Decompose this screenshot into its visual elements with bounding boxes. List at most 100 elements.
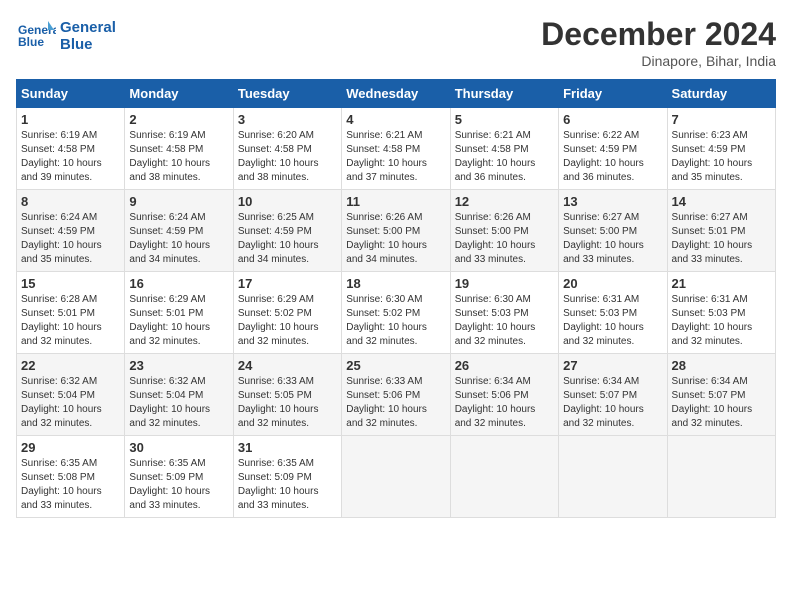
page-header: General Blue GeneralBlue December 2024 D… bbox=[16, 16, 776, 69]
weekday-header-saturday: Saturday bbox=[667, 80, 775, 108]
day-number: 6 bbox=[563, 112, 662, 127]
svg-text:Blue: Blue bbox=[18, 35, 44, 49]
logo-icon: General Blue bbox=[16, 16, 56, 56]
logo-text: GeneralBlue bbox=[60, 19, 116, 53]
day-info: Sunrise: 6:22 AMSunset: 4:59 PMDaylight:… bbox=[563, 129, 662, 185]
weekday-header-sunday: Sunday bbox=[17, 80, 125, 108]
day-number: 1 bbox=[21, 112, 120, 127]
calendar-table: SundayMondayTuesdayWednesdayThursdayFrid… bbox=[16, 79, 776, 518]
calendar-cell: 8 Sunrise: 6:24 AMSunset: 4:59 PMDaylight… bbox=[17, 190, 125, 272]
weekday-header-tuesday: Tuesday bbox=[233, 80, 341, 108]
day-info: Sunrise: 6:26 AMSunset: 5:00 PMDaylight:… bbox=[346, 211, 445, 267]
day-number: 18 bbox=[346, 276, 445, 291]
calendar-cell bbox=[450, 436, 558, 518]
day-number: 23 bbox=[129, 358, 228, 373]
day-info: Sunrise: 6:31 AMSunset: 5:03 PMDaylight:… bbox=[672, 293, 771, 349]
calendar-cell: 26Sunrise: 6:34 AMSunset: 5:06 PMDayligh… bbox=[450, 354, 558, 436]
calendar-cell: 24Sunrise: 6:33 AMSunset: 5:05 PMDayligh… bbox=[233, 354, 341, 436]
day-info: Sunrise: 6:35 AMSunset: 5:09 PMDaylight:… bbox=[129, 457, 228, 513]
calendar-cell: 4Sunrise: 6:21 AMSunset: 4:58 PMDaylight… bbox=[342, 108, 450, 190]
day-info: Sunrise: 6:27 AMSunset: 5:01 PMDaylight:… bbox=[672, 211, 771, 267]
day-number: 31 bbox=[238, 440, 337, 455]
calendar-cell: 17Sunrise: 6:29 AMSunset: 5:02 PMDayligh… bbox=[233, 272, 341, 354]
day-info: Sunrise: 6:30 AMSunset: 5:03 PMDaylight:… bbox=[455, 293, 554, 349]
day-info: Sunrise: 6:20 AMSunset: 4:58 PMDaylight:… bbox=[238, 129, 337, 185]
day-number: 2 bbox=[129, 112, 228, 127]
day-number: 15 bbox=[21, 276, 120, 291]
day-number: 10 bbox=[238, 194, 337, 209]
day-info: Sunrise: 6:21 AMSunset: 4:58 PMDaylight:… bbox=[455, 129, 554, 185]
calendar-cell: 14 Sunrise: 6:27 AMSunset: 5:01 PMDayligh… bbox=[667, 190, 775, 272]
weekday-header-row: SundayMondayTuesdayWednesdayThursdayFrid… bbox=[17, 80, 776, 108]
day-number: 11 bbox=[346, 194, 445, 209]
calendar-cell: 16 Sunrise: 6:29 AMSunset: 5:01 PMDayligh… bbox=[125, 272, 233, 354]
day-info: Sunrise: 6:24 AMSunset: 4:59 PMDaylight:… bbox=[129, 211, 228, 267]
day-number: 14 bbox=[672, 194, 771, 209]
day-number: 22 bbox=[21, 358, 120, 373]
location: Dinapore, Bihar, India bbox=[541, 53, 776, 69]
weekday-header-thursday: Thursday bbox=[450, 80, 558, 108]
day-info: Sunrise: 6:30 AMSunset: 5:02 PMDaylight:… bbox=[346, 293, 445, 349]
day-number: 4 bbox=[346, 112, 445, 127]
day-info: Sunrise: 6:31 AMSunset: 5:03 PMDaylight:… bbox=[563, 293, 662, 349]
day-number: 21 bbox=[672, 276, 771, 291]
calendar-week-2: 15Sunrise: 6:28 AMSunset: 5:01 PMDayligh… bbox=[17, 272, 776, 354]
calendar-week-4: 29Sunrise: 6:35 AMSunset: 5:08 PMDayligh… bbox=[17, 436, 776, 518]
day-number: 16 bbox=[129, 276, 228, 291]
calendar-cell: 30 Sunrise: 6:35 AMSunset: 5:09 PMDayligh… bbox=[125, 436, 233, 518]
day-info: Sunrise: 6:35 AMSunset: 5:09 PMDaylight:… bbox=[238, 457, 337, 513]
day-info: Sunrise: 6:24 AMSunset: 4:59 PMDaylight:… bbox=[21, 211, 120, 267]
weekday-header-monday: Monday bbox=[125, 80, 233, 108]
title-block: December 2024 Dinapore, Bihar, India bbox=[541, 16, 776, 69]
calendar-cell: 31 Sunrise: 6:35 AMSunset: 5:09 PMDayligh… bbox=[233, 436, 341, 518]
day-number: 29 bbox=[21, 440, 120, 455]
calendar-cell: 29Sunrise: 6:35 AMSunset: 5:08 PMDayligh… bbox=[17, 436, 125, 518]
month-title: December 2024 bbox=[541, 16, 776, 53]
day-number: 20 bbox=[563, 276, 662, 291]
calendar-week-3: 22Sunrise: 6:32 AMSunset: 5:04 PMDayligh… bbox=[17, 354, 776, 436]
day-info: Sunrise: 6:26 AMSunset: 5:00 PMDaylight:… bbox=[455, 211, 554, 267]
calendar-cell bbox=[342, 436, 450, 518]
calendar-cell: 15Sunrise: 6:28 AMSunset: 5:01 PMDayligh… bbox=[17, 272, 125, 354]
day-info: Sunrise: 6:27 AMSunset: 5:00 PMDaylight:… bbox=[563, 211, 662, 267]
calendar-week-1: 8 Sunrise: 6:24 AMSunset: 4:59 PMDaylight… bbox=[17, 190, 776, 272]
day-info: Sunrise: 6:33 AMSunset: 5:06 PMDaylight:… bbox=[346, 375, 445, 431]
calendar-cell: 19 Sunrise: 6:30 AMSunset: 5:03 PMDayligh… bbox=[450, 272, 558, 354]
day-number: 27 bbox=[563, 358, 662, 373]
calendar-cell: 10 Sunrise: 6:25 AMSunset: 4:59 PMDayligh… bbox=[233, 190, 341, 272]
calendar-cell: 9 Sunrise: 6:24 AMSunset: 4:59 PMDaylight… bbox=[125, 190, 233, 272]
calendar-cell: 20 Sunrise: 6:31 AMSunset: 5:03 PMDayligh… bbox=[559, 272, 667, 354]
day-number: 8 bbox=[21, 194, 120, 209]
calendar-cell: 21 Sunrise: 6:31 AMSunset: 5:03 PMDayligh… bbox=[667, 272, 775, 354]
calendar-cell: 13 Sunrise: 6:27 AMSunset: 5:00 PMDayligh… bbox=[559, 190, 667, 272]
calendar-cell: 6 Sunrise: 6:22 AMSunset: 4:59 PMDaylight… bbox=[559, 108, 667, 190]
day-number: 30 bbox=[129, 440, 228, 455]
day-info: Sunrise: 6:25 AMSunset: 4:59 PMDaylight:… bbox=[238, 211, 337, 267]
weekday-header-friday: Friday bbox=[559, 80, 667, 108]
calendar-cell: 25Sunrise: 6:33 AMSunset: 5:06 PMDayligh… bbox=[342, 354, 450, 436]
day-info: Sunrise: 6:34 AMSunset: 5:06 PMDaylight:… bbox=[455, 375, 554, 431]
day-number: 19 bbox=[455, 276, 554, 291]
calendar-cell: 5Sunrise: 6:21 AMSunset: 4:58 PMDaylight… bbox=[450, 108, 558, 190]
calendar-cell bbox=[667, 436, 775, 518]
day-number: 17 bbox=[238, 276, 337, 291]
calendar-cell: 11 Sunrise: 6:26 AMSunset: 5:00 PMDayligh… bbox=[342, 190, 450, 272]
calendar-cell: 3Sunrise: 6:20 AMSunset: 4:58 PMDaylight… bbox=[233, 108, 341, 190]
day-number: 12 bbox=[455, 194, 554, 209]
calendar-cell: 18 Sunrise: 6:30 AMSunset: 5:02 PMDayligh… bbox=[342, 272, 450, 354]
calendar-cell: 27Sunrise: 6:34 AMSunset: 5:07 PMDayligh… bbox=[559, 354, 667, 436]
calendar-cell: 1 Sunrise: 6:19 AMSunset: 4:58 PMDaylight… bbox=[17, 108, 125, 190]
calendar-cell: 12 Sunrise: 6:26 AMSunset: 5:00 PMDayligh… bbox=[450, 190, 558, 272]
day-info: Sunrise: 6:34 AMSunset: 5:07 PMDaylight:… bbox=[672, 375, 771, 431]
day-info: Sunrise: 6:19 AMSunset: 4:58 PMDaylight:… bbox=[129, 129, 228, 185]
day-number: 13 bbox=[563, 194, 662, 209]
day-info: Sunrise: 6:29 AMSunset: 5:01 PMDaylight:… bbox=[129, 293, 228, 349]
calendar-cell: 22Sunrise: 6:32 AMSunset: 5:04 PMDayligh… bbox=[17, 354, 125, 436]
calendar-cell: 28Sunrise: 6:34 AMSunset: 5:07 PMDayligh… bbox=[667, 354, 775, 436]
day-number: 24 bbox=[238, 358, 337, 373]
day-number: 9 bbox=[129, 194, 228, 209]
day-info: Sunrise: 6:23 AMSunset: 4:59 PMDaylight:… bbox=[672, 129, 771, 185]
day-info: Sunrise: 6:19 AMSunset: 4:58 PMDaylight:… bbox=[21, 129, 120, 185]
weekday-header-wednesday: Wednesday bbox=[342, 80, 450, 108]
logo: General Blue GeneralBlue bbox=[16, 16, 116, 56]
